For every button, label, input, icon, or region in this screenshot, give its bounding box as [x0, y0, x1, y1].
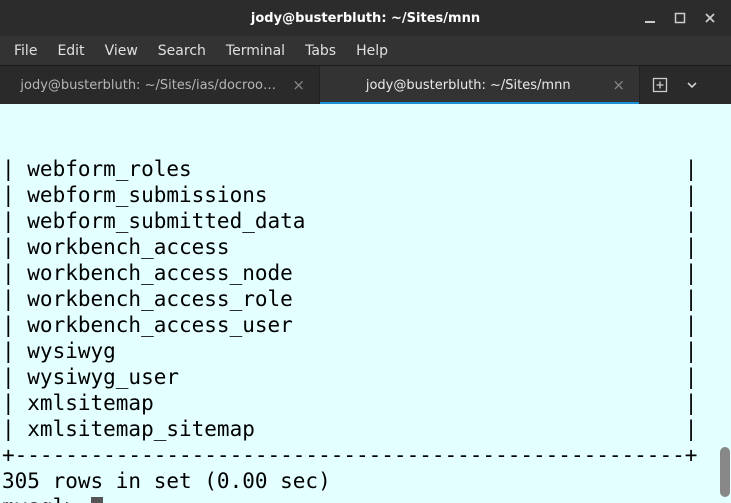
cursor [91, 497, 103, 503]
terminal-line: | wysiwyg_user | [2, 364, 729, 390]
menu-edit[interactable]: Edit [47, 39, 94, 63]
menu-terminal[interactable]: Terminal [216, 39, 295, 63]
terminal-content: | webform_roles || webform_submissions |… [2, 156, 729, 503]
menu-file[interactable]: File [4, 39, 47, 63]
menu-help[interactable]: Help [346, 39, 398, 63]
terminal-prompt-line: mysql> [2, 494, 729, 503]
window-controls [635, 0, 725, 36]
tabbar: jody@busterbluth: ~/Sites/ias/docroo… × … [0, 66, 731, 104]
maximize-button[interactable] [665, 6, 695, 30]
tab-menu-button[interactable] [678, 71, 706, 99]
terminal-line: | webform_roles | [2, 156, 729, 182]
menubar: File Edit View Search Terminal Tabs Help [0, 36, 731, 66]
new-tab-icon [652, 77, 668, 93]
menu-search[interactable]: Search [148, 39, 216, 63]
tab-label: jody@busterbluth: ~/Sites/mnn [334, 78, 602, 93]
tab-controls [640, 66, 712, 104]
maximize-icon [674, 12, 686, 24]
tab-label: jody@busterbluth: ~/Sites/ias/docroo… [14, 78, 282, 93]
terminal-area[interactable]: | webform_roles || webform_submissions |… [0, 104, 731, 503]
terminal-line: | wysiwyg | [2, 338, 729, 364]
minimize-button[interactable] [635, 6, 665, 30]
terminal-line: | xmlsitemap | [2, 390, 729, 416]
terminal-line: 305 rows in set (0.00 sec) [2, 468, 729, 494]
window-title: jody@busterbluth: ~/Sites/mnn [251, 11, 480, 26]
terminal-line: | xmlsitemap_sitemap | [2, 416, 729, 442]
tab-close-icon[interactable]: × [292, 78, 305, 93]
tab-inactive[interactable]: jody@busterbluth: ~/Sites/ias/docroo… × [0, 66, 320, 104]
scrollbar-thumb[interactable] [720, 447, 730, 497]
titlebar: jody@busterbluth: ~/Sites/mnn [0, 0, 731, 36]
tab-active[interactable]: jody@busterbluth: ~/Sites/mnn × [320, 66, 640, 104]
menu-view[interactable]: View [95, 39, 148, 63]
terminal-line: | workbench_access_node | [2, 260, 729, 286]
close-icon [704, 12, 716, 24]
mysql-prompt: mysql> [2, 495, 91, 503]
close-button[interactable] [695, 6, 725, 30]
terminal-line: | workbench_access_user | [2, 312, 729, 338]
menu-tabs[interactable]: Tabs [295, 39, 346, 63]
terminal-line: | webform_submitted_data | [2, 208, 729, 234]
tab-close-icon[interactable]: × [612, 78, 625, 93]
scrollbar[interactable] [719, 104, 731, 503]
terminal-line: | webform_submissions | [2, 182, 729, 208]
chevron-down-icon [686, 79, 698, 91]
terminal-line: | workbench_access | [2, 234, 729, 260]
new-tab-button[interactable] [646, 71, 674, 99]
minimize-icon [644, 12, 656, 24]
terminal-line: +---------------------------------------… [2, 442, 729, 468]
terminal-line: | workbench_access_role | [2, 286, 729, 312]
